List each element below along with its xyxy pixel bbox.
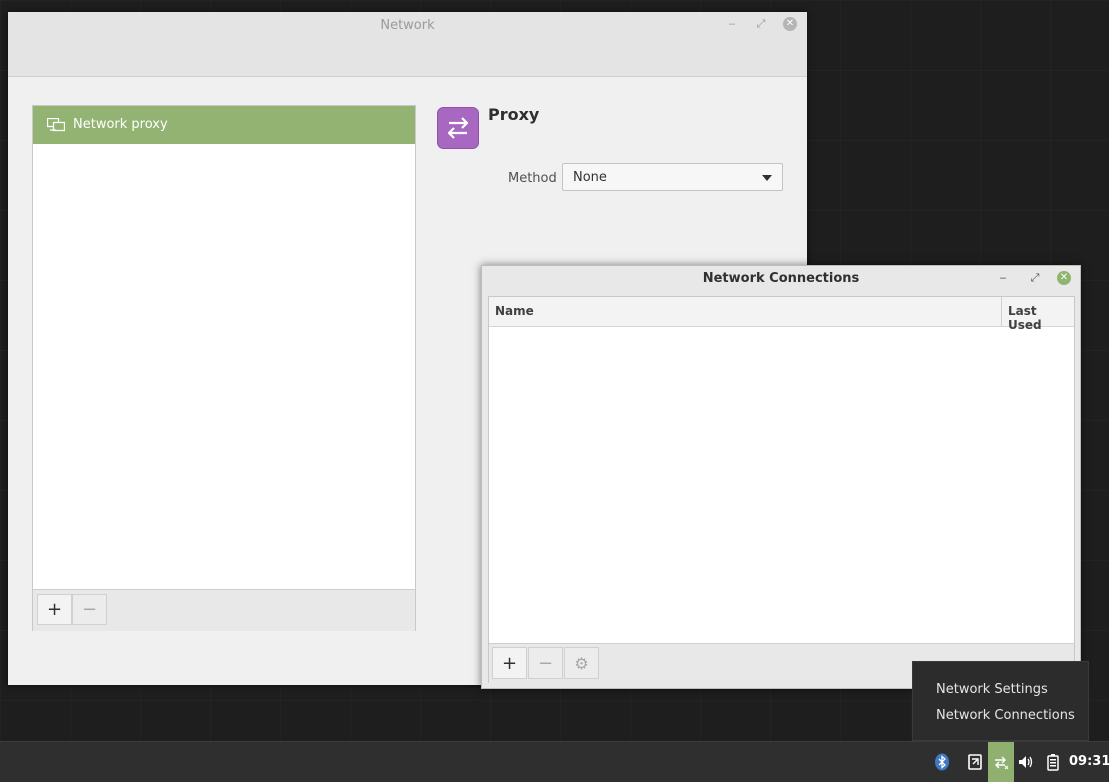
gear-icon[interactable]: ⚙ <box>564 647 599 679</box>
remove-connection-button[interactable]: − <box>528 647 563 679</box>
window-title: Network Connections <box>702 271 860 286</box>
clock[interactable]: 09:31 <box>1069 754 1109 769</box>
network-proxy-icon <box>47 118 65 132</box>
window-title: Network <box>380 18 435 33</box>
menu-item-network-settings[interactable]: Network Settings <box>936 682 1048 697</box>
network-icon[interactable] <box>992 753 1010 771</box>
method-label: Method <box>508 171 557 186</box>
list-item-network-proxy[interactable]: Network proxy <box>33 106 415 144</box>
column-header-name[interactable]: Name <box>495 304 534 318</box>
table-edge <box>1074 327 1075 642</box>
volume-icon[interactable] <box>1017 753 1035 771</box>
proxy-icon <box>437 107 479 149</box>
column-divider[interactable] <box>1001 297 1002 326</box>
add-button[interactable]: + <box>37 594 72 625</box>
bottom-panel: 09:31 <box>0 741 1109 782</box>
network-headerbar: Network ‒ ⤢ ✕ <box>8 12 807 77</box>
battery-icon[interactable] <box>1044 753 1062 771</box>
list-toolbar: + − <box>33 589 415 631</box>
add-connection-button[interactable]: + <box>492 647 527 679</box>
update-manager-icon[interactable] <box>966 753 984 771</box>
method-dropdown[interactable]: None <box>562 163 783 191</box>
menu-item-network-connections[interactable]: Network Connections <box>936 708 1075 723</box>
maximize-button[interactable]: ⤢ <box>754 17 768 31</box>
bluetooth-icon[interactable] <box>933 753 951 771</box>
maximize-button[interactable]: ⤢ <box>1028 271 1042 285</box>
close-button[interactable]: ✕ <box>783 17 797 31</box>
table-header: Name Last Used <box>489 297 1074 332</box>
list-item-label: Network proxy <box>73 117 168 132</box>
connections-table: Name Last Used + − ⚙ <box>488 296 1075 683</box>
network-device-list: Network proxy + − <box>32 105 416 631</box>
column-header-last-used[interactable]: Last Used <box>1008 304 1074 332</box>
minimize-button[interactable]: ‒ <box>725 17 739 31</box>
network-connections-window: Network Connections ‒ ⤢ ✕ Name Last Used… <box>481 265 1081 689</box>
close-button[interactable]: ✕ <box>1057 271 1071 285</box>
chevron-down-icon <box>762 175 772 181</box>
remove-button[interactable]: − <box>72 594 107 625</box>
network-applet-menu: Network Settings Network Connections <box>912 661 1089 741</box>
method-value: None <box>573 170 607 185</box>
section-title: Proxy <box>488 105 540 124</box>
minimize-button[interactable]: ‒ <box>996 271 1010 285</box>
